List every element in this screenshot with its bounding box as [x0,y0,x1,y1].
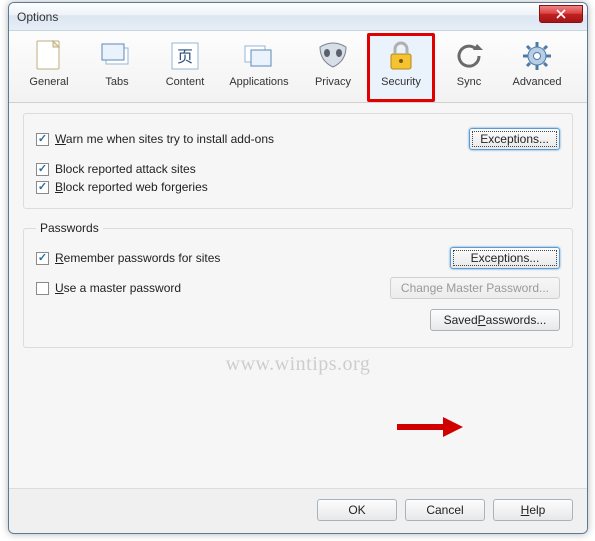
passwords-legend: Passwords [36,221,103,235]
close-icon [556,9,566,19]
tab-label: Security [381,76,421,88]
tab-advanced[interactable]: Advanced [503,33,571,102]
category-toolbar: General Tabs 页 Content [9,31,587,103]
options-window: Options General Tabs [8,2,588,534]
checkbox-block-forgeries[interactable] [36,181,49,194]
checkbox-master-password[interactable] [36,282,49,295]
saved-passwords-button[interactable]: Saved Passwords... [430,309,560,331]
checkbox-block-attack[interactable] [36,163,49,176]
checkbox-warn-addons[interactable] [36,133,49,146]
checkbox-remember-passwords[interactable] [36,252,49,265]
sync-icon [451,38,487,74]
svg-text:页: 页 [177,49,193,66]
applications-icon [241,38,277,74]
change-master-password-button[interactable]: Change Master Password... [390,277,560,299]
tab-content[interactable]: 页 Content [151,33,219,102]
tab-label: Tabs [105,76,128,88]
tab-tabs[interactable]: Tabs [83,33,151,102]
exceptions-addons-button[interactable]: Exceptions... [469,128,560,150]
tab-applications[interactable]: Applications [219,33,299,102]
tab-label: Applications [229,76,288,88]
help-button[interactable]: Help [493,499,573,521]
tab-label: Sync [457,76,481,88]
mask-icon [315,38,351,74]
tab-privacy[interactable]: Privacy [299,33,367,102]
tab-label: General [29,76,68,88]
content-icon: 页 [167,38,203,74]
lock-icon [383,38,419,74]
ok-button[interactable]: OK [317,499,397,521]
security-group: Warn me when sites try to install add-on… [23,113,573,209]
tab-label: Privacy [315,76,351,88]
close-button[interactable] [539,5,583,23]
passwords-group: Passwords Remember passwords for sites E… [23,221,573,348]
exceptions-passwords-button[interactable]: Exceptions... [450,247,560,269]
tab-sync[interactable]: Sync [435,33,503,102]
page-icon [31,38,67,74]
tab-label: Advanced [513,76,562,88]
watermark: www.wintips.org [226,353,371,376]
label-warn-addons: Warn me when sites try to install add-on… [55,132,274,146]
arrow-annotation [395,415,465,439]
tab-general[interactable]: General [15,33,83,102]
tab-security[interactable]: Security [367,33,435,102]
security-panel: Warn me when sites try to install add-on… [9,103,587,488]
label-master-password: Use a master password [55,281,181,295]
gear-icon [519,38,555,74]
tab-label: Content [166,76,205,88]
titlebar: Options [9,3,587,31]
window-title: Options [17,10,539,24]
label-remember-passwords: Remember passwords for sites [55,251,220,265]
cancel-button[interactable]: Cancel [405,499,485,521]
tabs-icon [99,38,135,74]
label-block-forgeries: Block reported web forgeries [55,180,208,194]
label-block-attack: Block reported attack sites [55,162,196,176]
dialog-footer: OK Cancel Help [9,488,587,533]
